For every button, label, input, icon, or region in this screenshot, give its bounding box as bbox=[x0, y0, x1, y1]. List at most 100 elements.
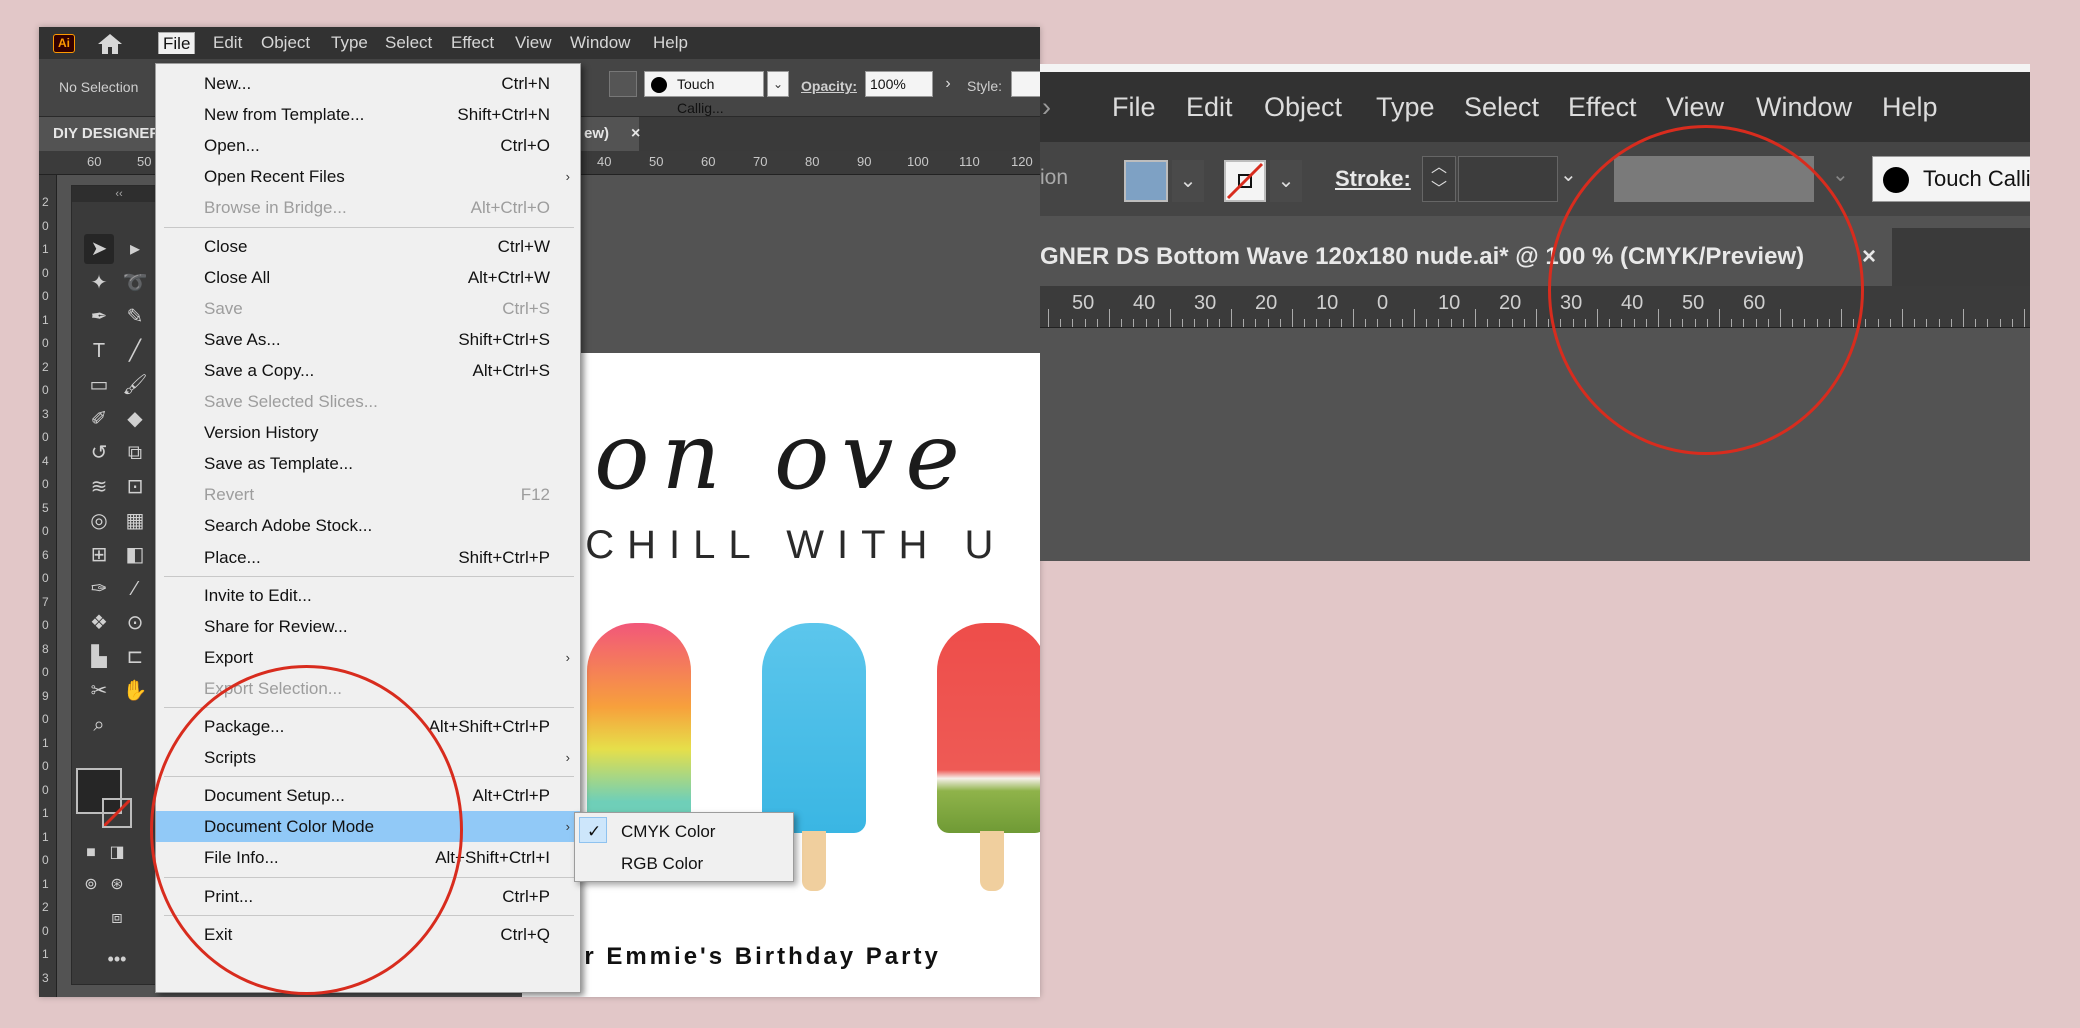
free-transform-tool-icon[interactable]: ⊡ bbox=[120, 472, 150, 502]
fill-color-swatch[interactable] bbox=[1124, 160, 1168, 202]
file-menu-item[interactable]: Save As... Shift+Ctrl+S bbox=[156, 324, 580, 355]
direct-selection-tool-icon[interactable]: ▸ bbox=[120, 234, 150, 264]
stroke-stepper[interactable]: ︿ ﹀ bbox=[1422, 156, 1456, 202]
column-graph-tool-icon[interactable]: ▙ bbox=[84, 642, 114, 672]
slice-tool-icon[interactable]: ✂ bbox=[84, 676, 114, 706]
magic-wand-tool-icon[interactable]: ✦ bbox=[84, 268, 114, 298]
menu-select[interactable]: Select bbox=[1464, 92, 1539, 123]
shape-builder-tool-icon[interactable]: ◎ bbox=[84, 506, 114, 536]
eyedropper-tool-icon[interactable]: ✑ bbox=[84, 574, 114, 604]
artboard[interactable]: p on ove O CHILL WITH U us for Emmie's B… bbox=[522, 353, 1040, 997]
home-icon[interactable] bbox=[95, 33, 125, 60]
gradient-tool-icon[interactable]: ◧ bbox=[120, 540, 150, 570]
menu-type[interactable]: Type bbox=[1376, 92, 1435, 123]
menu-effect[interactable]: Effect bbox=[1568, 92, 1637, 123]
submenu-item-cmyk[interactable]: ✓ CMYK Color bbox=[575, 816, 793, 847]
hand-tool-icon[interactable]: ✋ bbox=[120, 676, 150, 706]
stroke-weight-field[interactable] bbox=[609, 71, 637, 97]
stroke-label[interactable]: Stroke: bbox=[1335, 166, 1411, 192]
file-menu-item[interactable]: Invite to Edit... bbox=[156, 580, 580, 611]
brush-definition-field[interactable]: Touch Callig... bbox=[644, 71, 764, 116]
stroke-color-swatch[interactable] bbox=[1224, 160, 1266, 202]
chevron-down-icon[interactable]: ⌄ bbox=[1560, 162, 1577, 187]
ruler-tick bbox=[1938, 319, 1940, 327]
menu-select[interactable]: Select bbox=[381, 32, 436, 54]
file-menu-item[interactable]: Close All Alt+Ctrl+W bbox=[156, 262, 580, 293]
brush-definition-field[interactable]: Touch Calli bbox=[1872, 156, 2030, 202]
pen-tool-icon[interactable]: ✒ bbox=[84, 302, 114, 332]
ruler-label: 0 bbox=[1377, 292, 1389, 314]
stroke-color-swatch[interactable] bbox=[102, 798, 132, 828]
chevron-right-icon[interactable]: › bbox=[937, 71, 959, 97]
mesh-tool-icon[interactable]: ⊞ bbox=[84, 540, 114, 570]
gradient-mode-icon[interactable]: ◨ bbox=[102, 838, 132, 868]
artboard-tool-icon[interactable]: ⊏ bbox=[120, 642, 150, 672]
opacity-label[interactable]: Opacity: bbox=[801, 78, 857, 94]
blend-tool-icon[interactable]: ⊙ bbox=[120, 608, 150, 638]
menu-file[interactable]: File bbox=[1112, 92, 1156, 123]
paintbrush-tool-icon[interactable]: 🖌 bbox=[120, 370, 150, 400]
warp-tool-icon[interactable]: ≋ bbox=[84, 472, 114, 502]
file-menu-item[interactable]: New... Ctrl+N bbox=[156, 68, 580, 99]
menu-file[interactable]: File bbox=[158, 32, 196, 54]
file-menu-item[interactable]: Export › bbox=[156, 642, 580, 673]
lasso-tool-icon[interactable]: ➰ bbox=[120, 268, 150, 298]
file-menu-item[interactable]: Open... Ctrl+O bbox=[156, 130, 580, 161]
menu-object[interactable]: Object bbox=[257, 32, 314, 54]
file-menu-item[interactable]: Open Recent Files › bbox=[156, 161, 580, 192]
symbol-sprayer-tool-icon[interactable]: ❖ bbox=[84, 608, 114, 638]
menu-window[interactable]: Window bbox=[566, 32, 634, 54]
menu-window[interactable]: Window bbox=[1756, 92, 1852, 123]
panel-collapse-icon[interactable]: ‹‹ bbox=[72, 186, 166, 202]
menu-view[interactable]: View bbox=[511, 32, 556, 54]
file-menu-item[interactable]: Place... Shift+Ctrl+P bbox=[156, 542, 580, 573]
file-menu-item[interactable]: Version History bbox=[156, 417, 580, 448]
ruler-tick bbox=[1987, 319, 1989, 327]
screen-mode-icon[interactable]: ⧈ bbox=[102, 902, 132, 932]
opacity-field[interactable]: 100% bbox=[865, 71, 933, 97]
perspective-grid-tool-icon[interactable]: ▦ bbox=[120, 506, 150, 536]
close-icon[interactable]: × bbox=[1862, 228, 1876, 286]
submenu-item-rgb[interactable]: RGB Color bbox=[575, 848, 793, 879]
scale-tool-icon[interactable]: ⧉ bbox=[120, 438, 150, 468]
menu-item-shortcut: Shift+Ctrl+N bbox=[457, 105, 550, 125]
stroke-weight-field[interactable] bbox=[1458, 156, 1558, 202]
line-tool-icon[interactable]: ╱ bbox=[120, 336, 150, 366]
eraser-tool-icon[interactable]: ◆ bbox=[120, 404, 150, 434]
shaper-tool-icon[interactable]: ✐ bbox=[84, 404, 114, 434]
rectangle-tool-icon[interactable]: ▭ bbox=[84, 370, 114, 400]
ruler-tick bbox=[1877, 319, 1879, 327]
close-icon[interactable]: × bbox=[631, 117, 640, 151]
menu-help[interactable]: Help bbox=[649, 32, 692, 54]
rotate-tool-icon[interactable]: ↺ bbox=[84, 438, 114, 468]
more-tools-icon[interactable]: ••• bbox=[102, 944, 132, 974]
menu-effect[interactable]: Effect bbox=[447, 32, 498, 54]
style-swatch[interactable] bbox=[1011, 71, 1040, 97]
menu-object[interactable]: Object bbox=[1264, 92, 1342, 123]
curvature-tool-icon[interactable]: ✎ bbox=[120, 302, 150, 332]
ruler-label: 0 bbox=[42, 336, 49, 350]
ruler-tick bbox=[1511, 319, 1513, 327]
menu-edit[interactable]: Edit bbox=[209, 32, 246, 54]
draw-inside-icon[interactable]: ⊛ bbox=[102, 870, 132, 900]
menu-view[interactable]: View bbox=[1666, 92, 1724, 123]
chevron-down-icon[interactable]: ⌄ bbox=[767, 71, 789, 97]
file-menu-item[interactable]: Search Adobe Stock... bbox=[156, 510, 580, 541]
file-menu-item[interactable]: Share for Review... bbox=[156, 611, 580, 642]
menu-edit[interactable]: Edit bbox=[1186, 92, 1233, 123]
selection-tool-icon[interactable]: ➤ bbox=[84, 234, 114, 264]
file-menu-item[interactable]: Close Ctrl+W bbox=[156, 231, 580, 262]
menu-type[interactable]: Type bbox=[327, 32, 372, 54]
chevron-down-icon[interactable]: ⌄ bbox=[1270, 160, 1302, 202]
chevron-down-icon[interactable]: ⌄ bbox=[1172, 160, 1204, 202]
zoom-tool-icon[interactable]: ⌕ bbox=[84, 710, 114, 740]
menu-help[interactable]: Help bbox=[1882, 92, 1938, 123]
file-menu-item[interactable]: Save as Template... bbox=[156, 448, 580, 479]
type-tool-icon[interactable]: T bbox=[84, 336, 114, 366]
measure-tool-icon[interactable]: ⁄ bbox=[120, 574, 150, 604]
menu-item-label: Version History bbox=[204, 423, 319, 443]
file-menu-item[interactable]: Save a Copy... Alt+Ctrl+S bbox=[156, 355, 580, 386]
ruler-tick bbox=[1304, 319, 1306, 327]
file-menu-item[interactable]: New from Template... Shift+Ctrl+N bbox=[156, 99, 580, 130]
chevron-down-icon[interactable]: ⌄ bbox=[1832, 162, 1849, 187]
